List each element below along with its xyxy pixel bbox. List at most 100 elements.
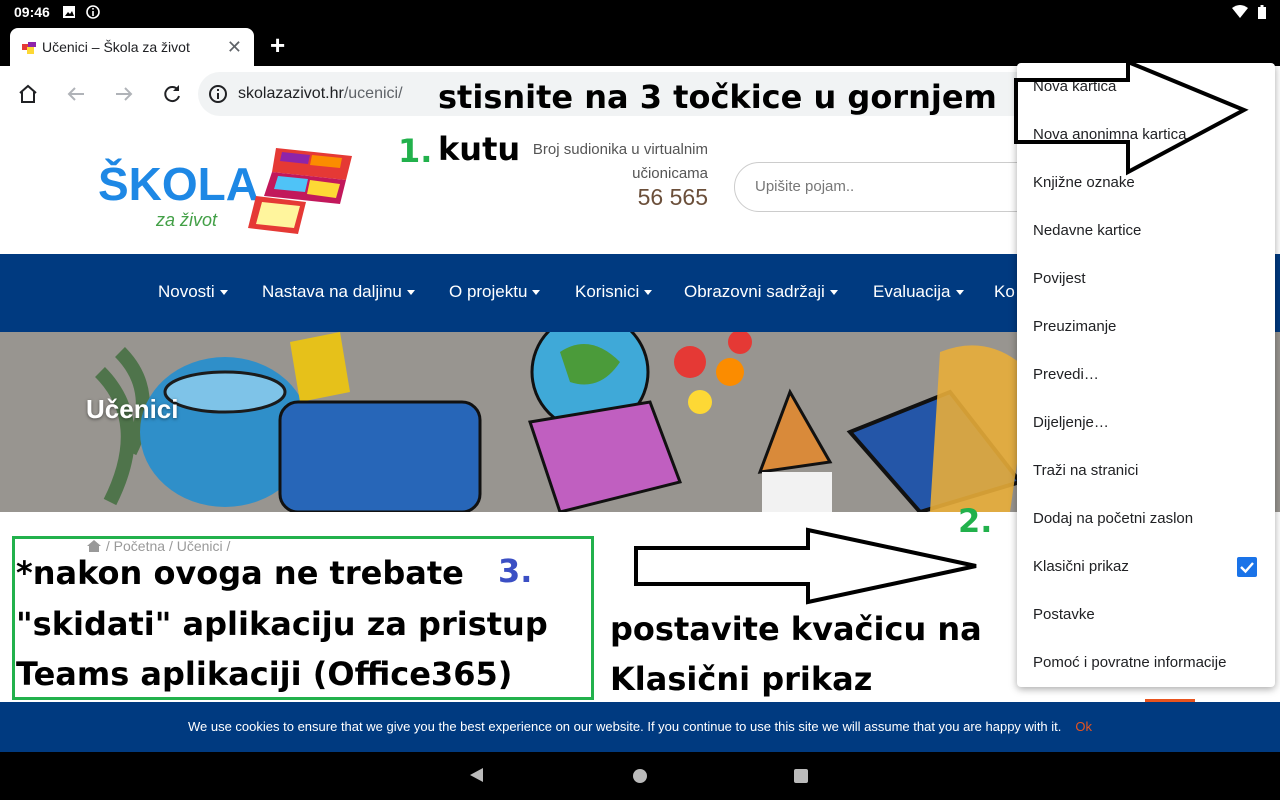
tab-strip: Učenici – Škola za život ✕ + [0, 24, 1280, 66]
nav-item-label: Nastava na daljinu [262, 282, 402, 301]
back-button[interactable] [62, 80, 90, 108]
arrow-forward-icon [116, 87, 133, 101]
cookie-message: We use cookies to ensure that we give yo… [187, 719, 1062, 734]
menu-item-label: Prevedi… [1033, 366, 1099, 383]
home-icon [19, 84, 37, 103]
image-notification-icon [63, 6, 75, 18]
cookie-banner: We use cookies to ensure that we give yo… [0, 702, 1280, 752]
annotation-step1-number: 1. [398, 132, 433, 170]
logo-text: ŠKOLA [98, 158, 259, 210]
reload-button[interactable] [158, 80, 186, 108]
cookie-message-row: We use cookies to ensure that we give yo… [0, 719, 1280, 734]
annotation-step3-line3: Teams aplikaciji (Office365) [16, 655, 513, 693]
search-placeholder: Upišite pojam.. [755, 178, 855, 195]
menu-item-translate[interactable]: Prevedi… [1017, 351, 1275, 399]
tab-active[interactable]: Učenici – Škola za život ✕ [10, 28, 254, 66]
menu-item-share[interactable]: Dijeljenje… [1017, 399, 1275, 447]
menu-item-label: Nova kartica [1033, 78, 1117, 95]
nav-item-nastava-na-daljinu[interactable]: Nastava na daljinu [262, 282, 415, 302]
reload-icon [164, 85, 180, 103]
annotation-step2-number: 2. [958, 502, 993, 540]
nav-item-obrazovni-sadrzaji[interactable]: Obrazovni sadržaji [684, 282, 838, 302]
home-button[interactable] [14, 80, 42, 108]
site-info-icon[interactable] [208, 84, 228, 104]
status-bar: 09:46 [0, 0, 1280, 24]
nav-item-evaluacija[interactable]: Evaluacija [873, 282, 964, 302]
nav-item-novosti[interactable]: Novosti [158, 282, 228, 302]
annotation-step1-line1: stisnite na 3 točkice u gornjem [438, 78, 997, 116]
favicon-icon [22, 42, 36, 54]
menu-item-recent-tabs[interactable]: Nedavne kartice [1017, 207, 1275, 255]
battery-icon [1258, 5, 1266, 19]
url-domain: skolazazivot.hr [238, 85, 344, 102]
menu-item-history[interactable]: Povijest [1017, 255, 1275, 303]
annotation-step3-line2: "skidati" aplikaciju za pristup [16, 605, 548, 643]
nav-item-partial[interactable]: Ko [994, 282, 1015, 302]
menu-item-bookmarks[interactable]: Knjižne oznake [1017, 159, 1275, 207]
menu-item-label: Dijeljenje… [1033, 414, 1109, 431]
status-time: 09:46 [14, 4, 50, 20]
menu-item-new-tab[interactable]: Nova kartica [1017, 63, 1275, 111]
menu-item-label: Traži na stranici [1033, 462, 1139, 479]
annotation-step2-line1: postavite kvačicu na [610, 610, 982, 648]
system-recents-icon[interactable] [794, 769, 808, 783]
nav-item-korisnici[interactable]: Korisnici [575, 282, 653, 302]
menu-item-label: Pomoć i povratne informacije [1033, 654, 1227, 671]
system-back-icon[interactable] [470, 768, 483, 782]
annotation-arrow-step2-icon [634, 527, 977, 605]
screen: 09:46 Učenici – Škola za život ✕ + skola… [0, 0, 1280, 800]
nav-item-label: Evaluacija [873, 282, 951, 301]
arrow-back-icon [67, 87, 84, 101]
caret-down-icon [829, 290, 838, 296]
participant-counter-label: Broj sudionika u virtualnim učionicama [532, 141, 708, 182]
system-navigation-bar [0, 752, 1280, 800]
caret-down-icon [955, 290, 964, 296]
system-home-icon[interactable] [633, 769, 647, 783]
browser-overflow-menu: Nova kartica Nova anonimna kartica Knjiž… [1017, 63, 1275, 687]
participant-counter-value: 56 565 [637, 184, 708, 210]
menu-item-find-in-page[interactable]: Traži na stranici [1017, 447, 1275, 495]
new-tab-icon[interactable]: + [270, 30, 285, 61]
nav-item-o-projektu[interactable]: O projektu [449, 282, 541, 302]
site-logo[interactable]: ŠKOLA za život [96, 142, 356, 234]
menu-item-label: Knjižne oznake [1033, 174, 1135, 191]
logo-subtext: za život [155, 210, 218, 230]
tab-close-icon[interactable]: ✕ [227, 37, 242, 58]
nav-item-label: Novosti [158, 282, 215, 301]
site-search-input[interactable]: Upišite pojam.. [734, 162, 1054, 212]
menu-item-label: Nedavne kartice [1033, 222, 1142, 239]
url-text: skolazazivot.hr/ucenici/ [238, 85, 403, 103]
menu-item-help-feedback[interactable]: Pomoć i povratne informacije [1017, 639, 1275, 687]
caret-down-icon [219, 290, 228, 296]
desktop-site-checkbox[interactable] [1237, 557, 1257, 577]
checkmark-icon [1240, 562, 1254, 574]
menu-item-label: Postavke [1033, 606, 1095, 623]
hopscotch-icon [248, 148, 352, 234]
menu-item-label: Povijest [1033, 270, 1086, 287]
nav-item-label: Ko [994, 282, 1015, 301]
menu-item-new-incognito-tab[interactable]: Nova anonimna kartica [1017, 111, 1275, 159]
menu-item-label: Dodaj na početni zaslon [1033, 510, 1194, 527]
annotation-step1-line2: kutu [438, 130, 521, 168]
menu-item-label: Klasični prikaz [1033, 558, 1129, 575]
annotation-step3-number: 3. [498, 552, 533, 590]
menu-item-settings[interactable]: Postavke [1017, 591, 1275, 639]
wifi-icon [1232, 5, 1248, 18]
menu-item-downloads[interactable]: Preuzimanje [1017, 303, 1275, 351]
nav-item-label: Obrazovni sadržaji [684, 282, 825, 301]
caret-down-icon [406, 290, 415, 296]
annotation-step2-line2: Klasični prikaz [610, 660, 873, 698]
menu-item-desktop-site[interactable]: Klasični prikaz [1017, 543, 1275, 591]
cookie-ok-link[interactable]: Ok [1075, 719, 1092, 734]
menu-item-label: Preuzimanje [1033, 318, 1117, 335]
url-path: /ucenici/ [343, 85, 403, 102]
page-title: Učenici [86, 394, 179, 424]
menu-item-add-to-home-screen[interactable]: Dodaj na početni zaslon [1017, 495, 1275, 543]
tab-title: Učenici – Škola za život [42, 39, 190, 55]
caret-down-icon [644, 290, 653, 296]
menu-item-label: Nova anonimna kartica [1033, 126, 1187, 143]
forward-button[interactable] [110, 80, 138, 108]
caret-down-icon [532, 290, 541, 296]
nav-item-label: Korisnici [575, 282, 640, 301]
info-notification-icon [86, 5, 100, 19]
